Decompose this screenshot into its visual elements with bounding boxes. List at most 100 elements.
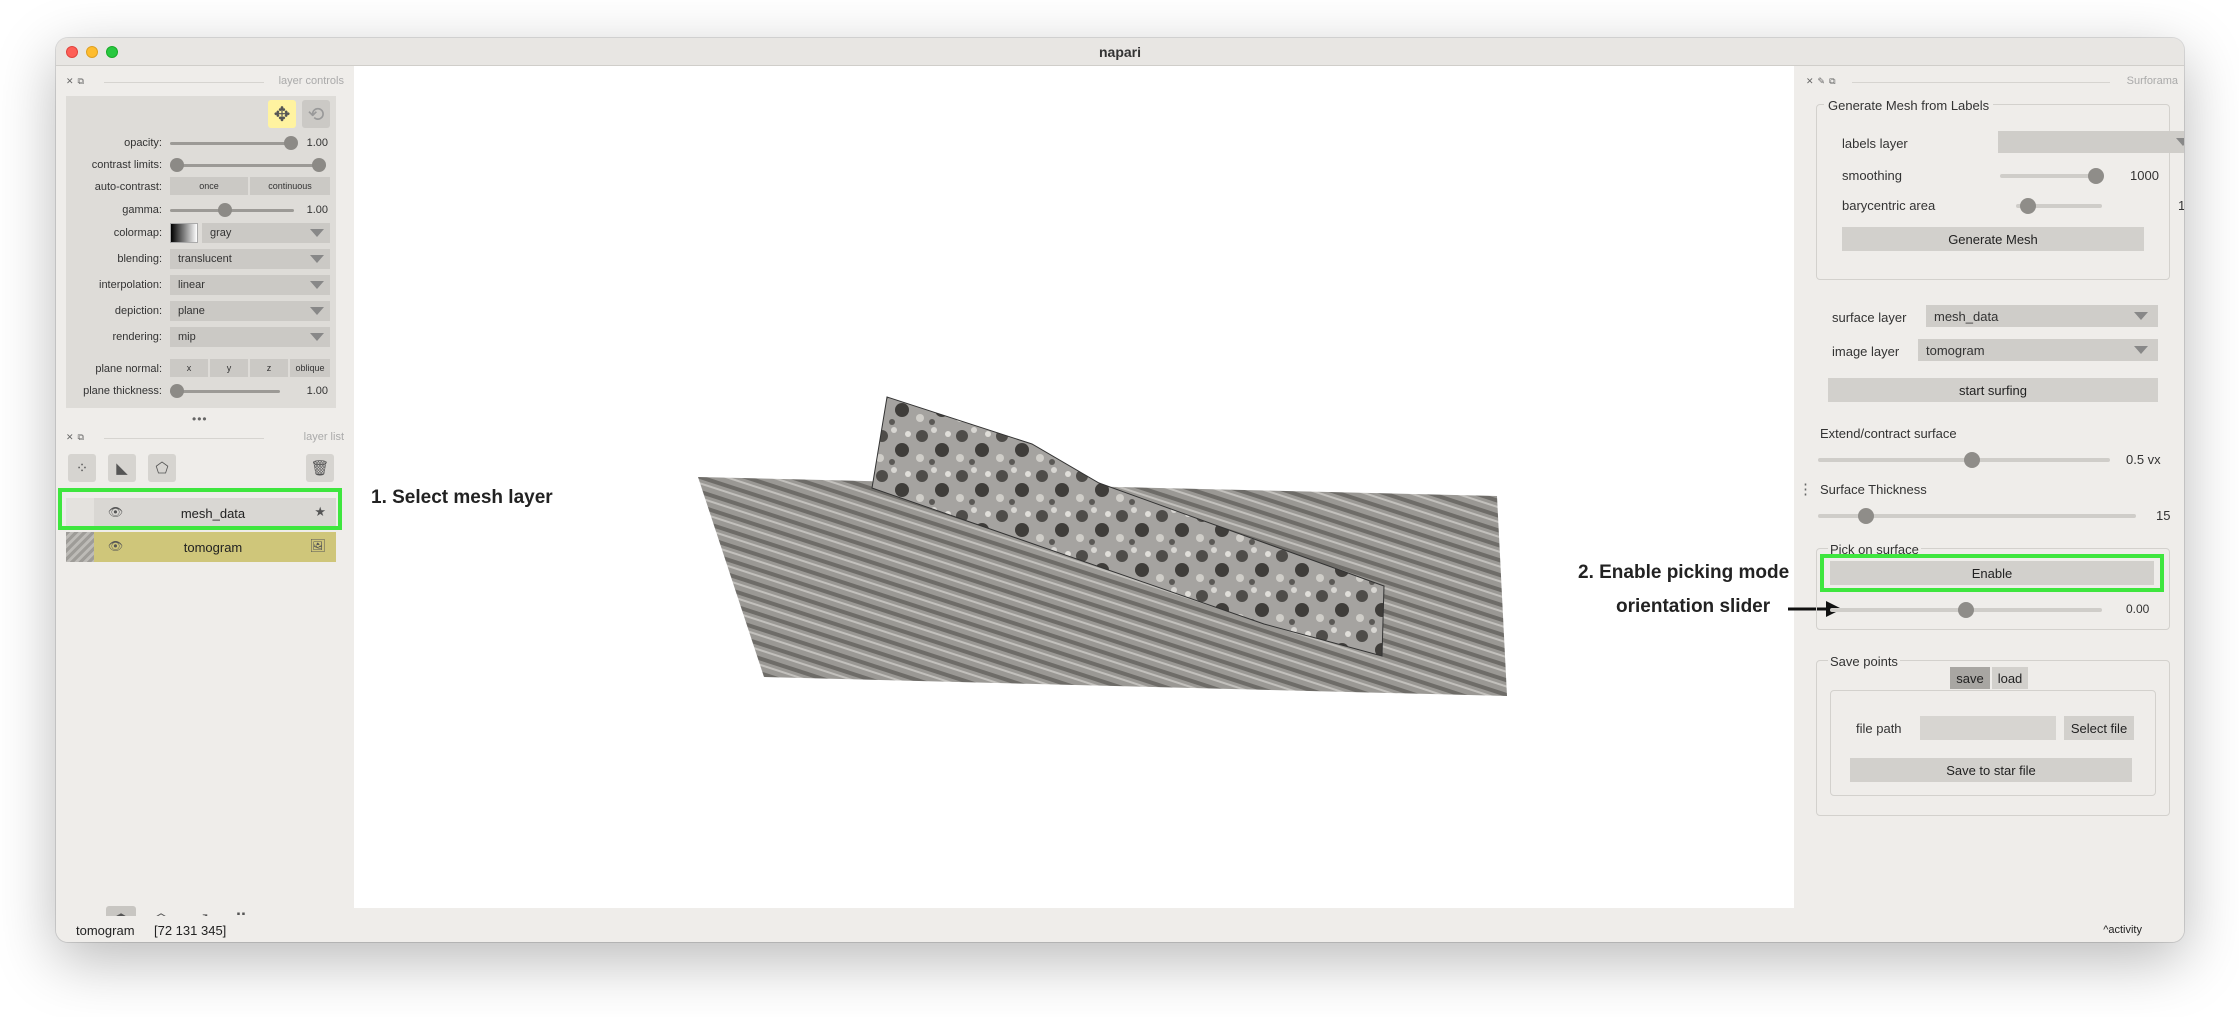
move-arrows-icon: ✥: [273, 103, 291, 126]
labels-layer-select[interactable]: [1998, 131, 2184, 153]
extend-contract-slider-handle[interactable]: [1964, 452, 1980, 468]
tab-load[interactable]: load: [1992, 667, 2028, 689]
transform-tool-button[interactable]: ⟲: [302, 100, 330, 128]
file-path-input[interactable]: [1920, 716, 2056, 740]
dock-drag-line[interactable]: [104, 82, 264, 83]
select-file-button[interactable]: Select file: [2064, 716, 2134, 740]
blending-value: translucent: [178, 253, 232, 265]
interpolation-row: interpolation: linear: [66, 274, 336, 296]
image-icon: 🖼: [309, 538, 326, 553]
layer-list-header: ✕⧉ layer list: [64, 430, 346, 446]
chevron-down-icon: [2176, 138, 2184, 146]
eye-icon[interactable]: 👁: [108, 539, 123, 553]
dock-close-icon[interactable]: ✕✎⧉: [1806, 76, 1840, 87]
blending-row: blending: translucent: [66, 248, 336, 270]
tomogram-render: [698, 396, 1507, 696]
surforama-dock: ✕✎⧉ Surforama Generate Mesh from Labels …: [1794, 66, 2184, 916]
surface-layer-select[interactable]: mesh_data: [1926, 305, 2158, 327]
napari-window: napari ✕⧉ layer controls ✥ ⟲ opacity: 1.…: [56, 38, 2184, 942]
barycentric-area-slider-handle[interactable]: [2020, 198, 2036, 214]
plane-thickness-slider-handle[interactable]: [170, 384, 184, 398]
layer-controls-panel: ✥ ⟲ opacity: 1.00 contrast limits: auto-…: [66, 96, 336, 408]
activity-toggle[interactable]: ^activity: [2103, 924, 2142, 936]
rendering-select[interactable]: mip: [170, 327, 330, 347]
surface-thickness-value: 15: [2156, 508, 2171, 523]
surface-layer-value: mesh_data: [1934, 309, 1999, 324]
opacity-slider[interactable]: [170, 136, 298, 150]
chevron-down-icon: [310, 307, 324, 315]
image-layer-select[interactable]: tomogram: [1918, 339, 2158, 361]
new-shapes-layer-button[interactable]: ◣: [108, 454, 136, 482]
viewer-canvas[interactable]: [354, 66, 1794, 908]
auto-contrast-continuous-button[interactable]: continuous: [250, 177, 330, 195]
new-points-layer-button[interactable]: ⁘: [68, 454, 96, 482]
dock-float-icon[interactable]: ✕⧉: [66, 432, 88, 443]
colormap-select[interactable]: gray: [202, 223, 330, 243]
pan-zoom-tool-button[interactable]: ✥: [268, 100, 296, 128]
depiction-select[interactable]: plane: [170, 301, 330, 321]
extend-contract-value: 0.5 vx: [2126, 452, 2161, 467]
plane-normal-oblique-button[interactable]: oblique: [290, 359, 330, 377]
delete-layer-button[interactable]: 🗑: [306, 454, 334, 482]
dock-float-icon[interactable]: ✕⧉: [66, 76, 88, 87]
smoothing-slider[interactable]: [2000, 168, 2104, 184]
contrast-max-handle[interactable]: [312, 158, 326, 172]
mesh-layer-highlight-box: [58, 488, 342, 530]
plane-thickness-slider[interactable]: [170, 384, 280, 398]
barycentric-area-slider[interactable]: [2016, 198, 2102, 214]
contrast-limits-slider[interactable]: [170, 158, 326, 172]
plane-normal-x-button[interactable]: x: [170, 359, 208, 377]
surface-layer-label: surface layer: [1832, 310, 1907, 325]
chevron-down-icon: [310, 255, 324, 263]
surface-thickness-slider[interactable]: [1818, 508, 2136, 524]
opacity-row: opacity: 1.00: [66, 132, 336, 154]
dock-resize-handle[interactable]: •••: [192, 412, 210, 426]
plane-thickness-row: plane thickness: 1.00: [66, 380, 336, 402]
plane-normal-y-button[interactable]: y: [210, 359, 248, 377]
depiction-value: plane: [178, 305, 205, 317]
file-path-label: file path: [1856, 721, 1902, 736]
dock-resize-handle[interactable]: ⋮: [1798, 480, 1813, 498]
save-to-star-file-button[interactable]: Save to star file: [1850, 758, 2132, 782]
trash-icon: 🗑: [310, 460, 330, 477]
gamma-slider-handle[interactable]: [218, 203, 232, 217]
tag-icon: ⬠: [155, 460, 169, 477]
layer-controls-header: ✕⧉ layer controls: [64, 74, 346, 90]
auto-contrast-once-button[interactable]: once: [170, 177, 248, 195]
colormap-label: colormap:: [113, 227, 162, 239]
new-labels-layer-button[interactable]: ⬠: [148, 454, 176, 482]
auto-contrast-label: auto-contrast:: [94, 181, 162, 193]
opacity-value: 1.00: [306, 137, 328, 149]
gamma-value: 1.00: [306, 204, 328, 216]
layer-item-tomogram[interactable]: 👁 tomogram 🖼: [66, 532, 336, 562]
orientation-slider[interactable]: [1830, 602, 2102, 618]
rotate-icon: ⟲: [307, 103, 325, 126]
generate-mesh-button[interactable]: Generate Mesh: [1842, 227, 2144, 251]
dock-drag-line[interactable]: [1852, 82, 2110, 83]
status-coordinates: [72 131 345]: [154, 923, 227, 938]
interpolation-select[interactable]: linear: [170, 275, 330, 295]
dock-drag-line[interactable]: [104, 438, 264, 439]
surface-thickness-slider-handle[interactable]: [1858, 508, 1874, 524]
layer-thumbnail: [66, 532, 94, 562]
orientation-value: 0.00: [2126, 602, 2150, 616]
auto-contrast-row: auto-contrast: once continuous: [66, 176, 336, 198]
plane-normal-z-button[interactable]: z: [250, 359, 288, 377]
chevron-down-icon: [2134, 312, 2148, 320]
layer-name: tomogram: [183, 540, 243, 555]
start-surfing-button[interactable]: start surfing: [1828, 378, 2158, 402]
rendering-value: mip: [178, 331, 196, 343]
blending-select[interactable]: translucent: [170, 249, 330, 269]
tab-save[interactable]: save: [1950, 667, 1990, 689]
gamma-slider[interactable]: [170, 203, 294, 217]
orientation-slider-handle[interactable]: [1958, 602, 1974, 618]
enable-button-highlight-box: [1820, 554, 2164, 592]
contrast-min-handle[interactable]: [170, 158, 184, 172]
colormap-value: gray: [210, 227, 232, 239]
smoothing-slider-handle[interactable]: [2088, 168, 2104, 184]
activity-label: activity: [2108, 924, 2142, 936]
left-dock: ✕⧉ layer controls ✥ ⟲ opacity: 1.00 cont…: [56, 66, 354, 936]
extend-contract-slider[interactable]: [1818, 452, 2110, 468]
opacity-slider-handle[interactable]: [284, 136, 298, 150]
interpolation-value: linear: [178, 279, 205, 291]
